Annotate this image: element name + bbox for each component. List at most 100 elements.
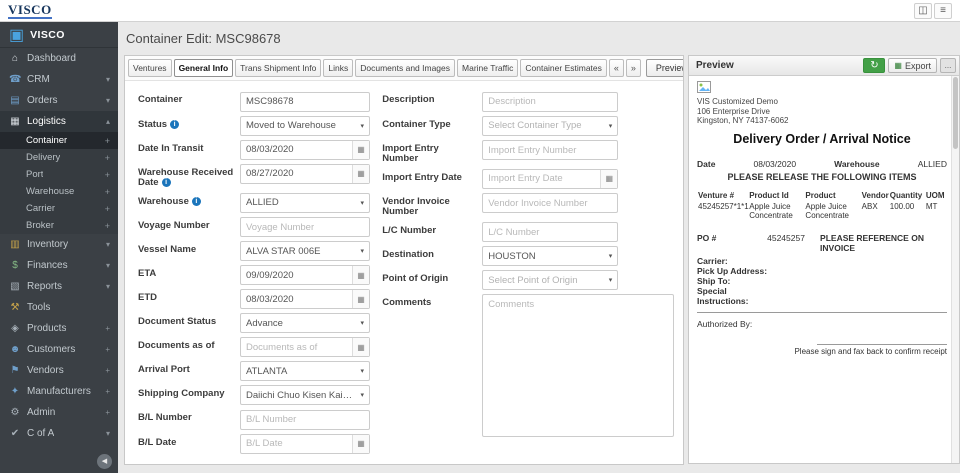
topbar-icons: ◫ ≡ bbox=[914, 2, 952, 19]
po-row: PO # 45245257 PLEASE REFERENCE ON INVOIC… bbox=[697, 233, 947, 253]
tabs-scroll-right-button[interactable]: » bbox=[625, 59, 641, 77]
select-shipping-company[interactable]: Daiichi Chuo Kisen Kaisha - for ...▾ bbox=[240, 385, 370, 405]
sidebar-item-inventory[interactable]: ▥ Inventory ▾ bbox=[0, 234, 118, 255]
input-b-l-date[interactable] bbox=[241, 434, 352, 453]
sidebar-collapse-button[interactable]: ◀ bbox=[97, 454, 112, 469]
textarea-comments[interactable] bbox=[482, 294, 675, 437]
sidebar-item-products[interactable]: ◈ Products + bbox=[0, 318, 118, 339]
preview-more-button[interactable]: ... bbox=[940, 58, 956, 73]
field-label-text: Warehouse bbox=[138, 195, 189, 207]
input-l-c-number[interactable] bbox=[482, 222, 619, 242]
plus-icon: + bbox=[105, 366, 110, 375]
sidebar-item-tools[interactable]: ⚒ Tools bbox=[0, 297, 118, 318]
tabs-scroll-left-button[interactable]: « bbox=[608, 59, 624, 77]
sidebar-item-label: Broker bbox=[26, 220, 54, 231]
sidebar-item-dashboard[interactable]: ⌂ Dashboard bbox=[0, 48, 118, 69]
input-voyage-number[interactable] bbox=[240, 217, 370, 237]
form-field-import-entry-number: Import Entry Number bbox=[382, 140, 675, 165]
sidebar-item-delivery[interactable]: Delivery + bbox=[0, 149, 118, 166]
select-destination[interactable]: HOUSTON ▾ bbox=[482, 246, 619, 266]
sidebar-item-admin[interactable]: ⚙ Admin + bbox=[0, 402, 118, 423]
input-import-entry-date[interactable] bbox=[483, 169, 601, 188]
sidebar-brand[interactable]: ▣ VISCO bbox=[0, 22, 118, 48]
sidebar-item-c-of-a[interactable]: ✔ C of A ▾ bbox=[0, 423, 118, 444]
calendar-icon[interactable]: ▦ bbox=[352, 266, 369, 284]
input-etd[interactable] bbox=[241, 290, 352, 308]
sidebar-item-customers[interactable]: ☻ Customers + bbox=[0, 339, 118, 360]
input-import-entry-number[interactable] bbox=[482, 140, 619, 160]
sidebar-item-container[interactable]: Container + bbox=[0, 132, 118, 149]
select-warehouse[interactable]: ALLIED ▾ bbox=[240, 192, 370, 213]
calendar-icon[interactable]: ▦ bbox=[352, 164, 369, 183]
tab-marine-traffic[interactable]: Marine Traffic bbox=[457, 59, 519, 77]
select-arrival-port[interactable]: ATLANTA ▾ bbox=[240, 361, 370, 381]
plus-icon: + bbox=[104, 169, 110, 180]
form-field-l-c-number: L/C Number bbox=[382, 222, 675, 242]
crm-icon: ☎ bbox=[9, 74, 22, 85]
window-export-icon[interactable]: ◫ bbox=[914, 2, 932, 19]
calendar-icon[interactable]: ▦ bbox=[600, 169, 618, 188]
sidebar-item-logistics[interactable]: ▦ Logistics ▴ bbox=[0, 111, 118, 132]
tab-container-estimates[interactable]: Container Estimates bbox=[520, 59, 607, 77]
items-col-quantity: Quantity bbox=[889, 190, 923, 200]
select-vessel-name[interactable]: ALVA STAR 006E ▾ bbox=[240, 241, 370, 261]
logistics-icon: ▦ bbox=[10, 116, 20, 127]
sidebar: ▣ VISCO ⌂ Dashboard ☎ CRM ▾ ▤ Orders ▾ ▦ Logistic… bbox=[0, 22, 118, 473]
tab-links[interactable]: Links bbox=[323, 59, 354, 77]
refresh-button[interactable]: ↻ bbox=[863, 58, 886, 73]
calendar-icon[interactable]: ▦ bbox=[352, 140, 369, 159]
sidebar-item-reports[interactable]: ▧ Reports ▾ bbox=[0, 276, 118, 297]
sidebar-item-warehouse[interactable]: Warehouse + bbox=[0, 183, 118, 200]
select-document-status[interactable]: Advance ▾ bbox=[240, 313, 370, 333]
field-label: Import Entry Number bbox=[382, 140, 482, 165]
sidebar-item-label: Reports bbox=[27, 281, 63, 292]
reports-icon: ▧ bbox=[10, 281, 20, 292]
plus-icon: + bbox=[105, 408, 110, 417]
input-warehouse-received-date[interactable] bbox=[241, 164, 352, 183]
input-container[interactable] bbox=[240, 91, 370, 112]
calendar-icon[interactable]: ▦ bbox=[352, 290, 369, 308]
datepicker-etd: ▦ bbox=[240, 289, 370, 309]
scrollbar-thumb[interactable] bbox=[953, 77, 958, 149]
info-icon[interactable]: i bbox=[170, 119, 180, 129]
calendar-icon[interactable]: ▦ bbox=[352, 338, 369, 356]
sidebar-nav: ⌂ Dashboard ☎ CRM ▾ ▤ Orders ▾ ▦ Logistics ▴ Contai… bbox=[0, 48, 118, 444]
preview-scrollbar[interactable] bbox=[951, 76, 959, 463]
tab-trans-shipment-info[interactable]: Trans Shipment Info bbox=[235, 59, 322, 77]
sidebar-item-broker[interactable]: Broker + bbox=[0, 217, 118, 234]
select-container-type[interactable]: Select Container Type ▾ bbox=[482, 115, 619, 136]
field-control: ▦ bbox=[240, 433, 370, 454]
sidebar-item-vendors[interactable]: ⚑ Vendors + bbox=[0, 360, 118, 381]
input-vendor-invoice-number[interactable] bbox=[482, 193, 619, 213]
info-icon[interactable]: i bbox=[191, 196, 201, 206]
sidebar-item-crm[interactable]: ☎ CRM ▾ bbox=[0, 69, 118, 90]
select-point-of-origin[interactable]: Select Point of Origin ▾ bbox=[482, 270, 619, 290]
info-icon[interactable]: i bbox=[161, 178, 171, 187]
select-status[interactable]: Moved to Warehouse ▾ bbox=[240, 115, 370, 136]
input-b-l-number[interactable] bbox=[240, 409, 370, 430]
export-button[interactable]: ▦ Export bbox=[888, 58, 937, 73]
sidebar-item-manufacturers[interactable]: ✦ Manufacturers + bbox=[0, 381, 118, 402]
items-cell: MT bbox=[925, 201, 938, 211]
sidebar-item-carrier[interactable]: Carrier + bbox=[0, 200, 118, 217]
sidebar-item-finances[interactable]: $ Finances ▾ bbox=[0, 255, 118, 276]
sidebar-item-orders[interactable]: ▤ Orders ▾ bbox=[0, 90, 118, 111]
calendar-icon[interactable]: ▦ bbox=[352, 434, 369, 453]
sidebar-item-label: Admin bbox=[27, 407, 56, 418]
field-label-text: Container bbox=[138, 94, 183, 105]
tab-general-info[interactable]: General Info bbox=[173, 59, 234, 77]
input-documents-as-of[interactable] bbox=[241, 338, 352, 356]
field-label-text: Import Entry Number bbox=[382, 142, 439, 164]
input-description[interactable] bbox=[482, 91, 619, 112]
export-button-label: Export bbox=[904, 60, 931, 71]
tab-ventures[interactable]: Ventures bbox=[128, 59, 172, 77]
menu-icon[interactable]: ≡ bbox=[934, 2, 952, 19]
container-edit-panel: Ventures General Info Trans Shipment Info L… bbox=[124, 55, 684, 465]
preview-button[interactable]: Preview bbox=[645, 59, 683, 77]
sidebar-item-label: Dashboard bbox=[27, 53, 76, 64]
input-eta[interactable] bbox=[241, 266, 352, 284]
visco-logo[interactable]: VISCO bbox=[8, 2, 52, 19]
sidebar-item-port[interactable]: Port + bbox=[0, 166, 118, 183]
tab-documents-and-images[interactable]: Documents and Images bbox=[355, 59, 456, 77]
input-date-in-transit[interactable] bbox=[241, 140, 352, 159]
